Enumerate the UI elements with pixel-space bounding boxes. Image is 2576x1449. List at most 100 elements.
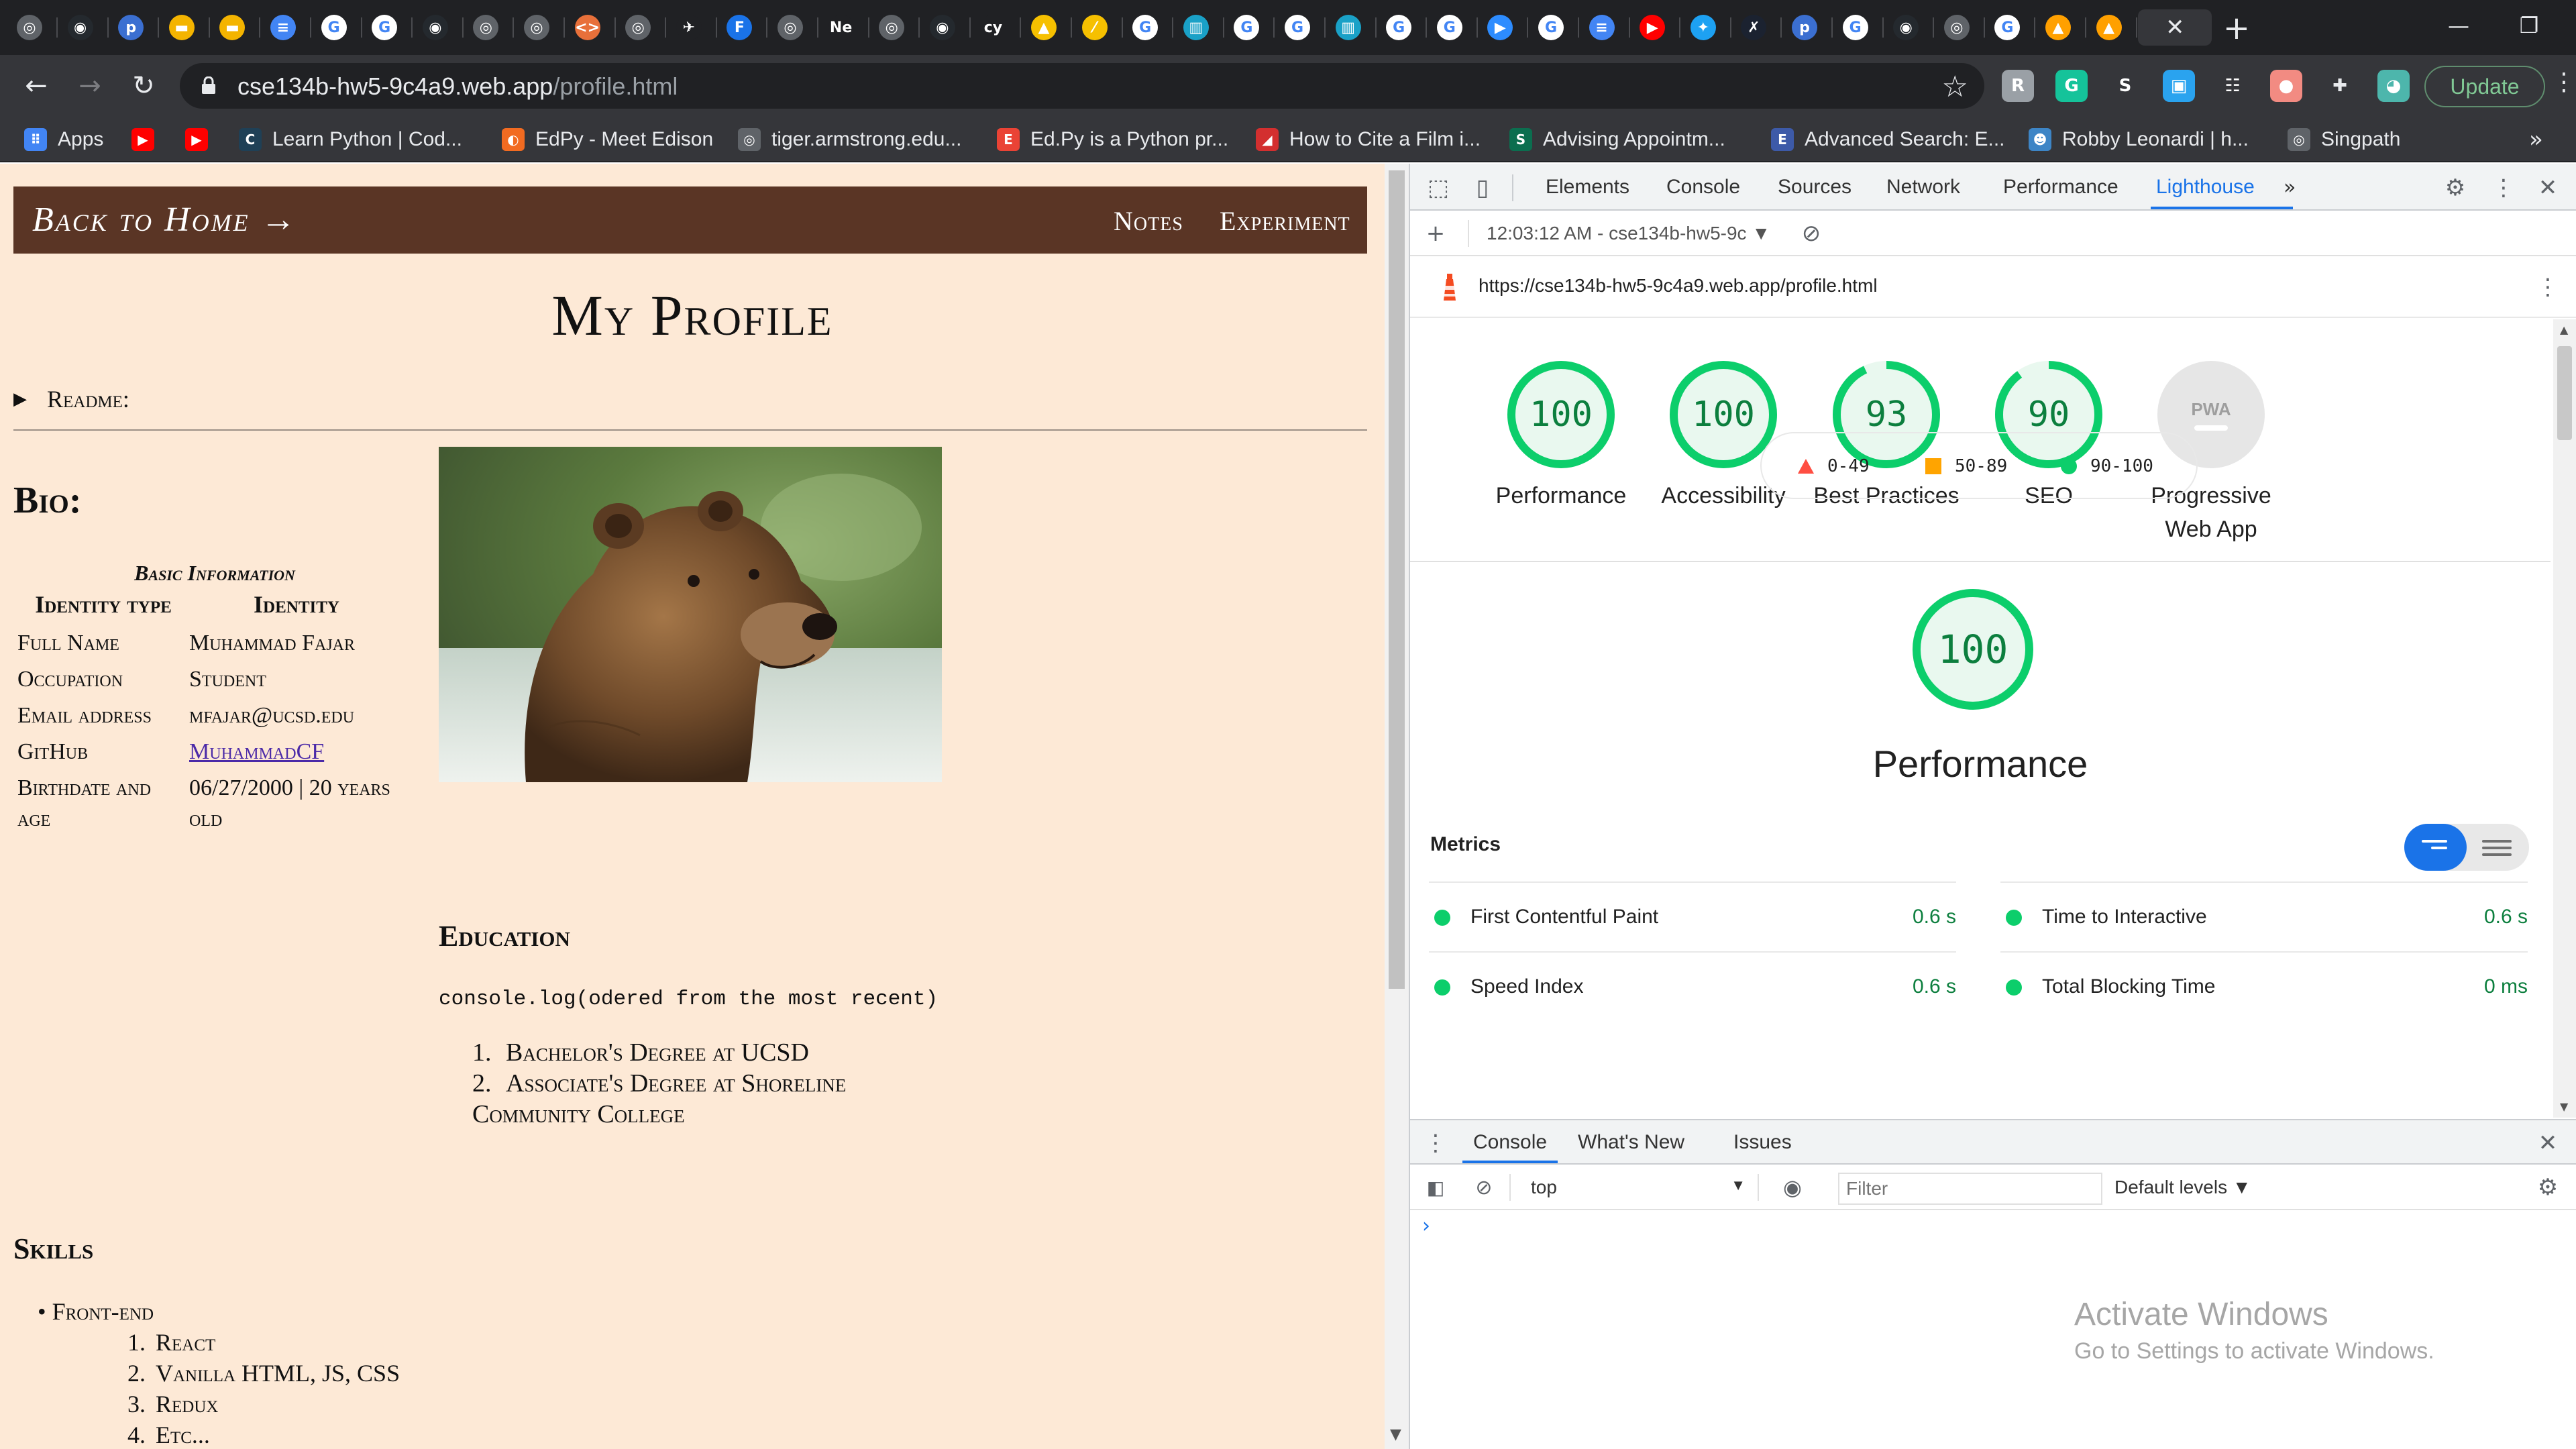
new-tab-button[interactable]: + xyxy=(2216,9,2257,47)
console-prompt[interactable]: › xyxy=(1422,1214,1430,1238)
browser-tab[interactable]: ◎ xyxy=(870,9,913,46)
tab-network[interactable]: Network xyxy=(1886,176,1960,199)
page-scrollbar[interactable]: ▼ xyxy=(1385,164,1409,1449)
browser-tab[interactable]: ◎ xyxy=(1935,9,1978,46)
browser-tab[interactable]: G xyxy=(1124,9,1167,46)
browser-tab[interactable]: ◎ xyxy=(464,9,507,46)
minimize-button[interactable]: — xyxy=(2422,0,2496,51)
tab-elements[interactable]: Elements xyxy=(1546,176,1629,199)
browser-tab[interactable]: ✈ xyxy=(667,9,710,46)
browser-tab[interactable]: ✦ xyxy=(1682,9,1725,46)
puzzle-extensions-icon[interactable]: ✚ xyxy=(2324,70,2356,102)
address-bar[interactable]: cse134b-hw5-9c4a9.web.app/profile.html ☆ xyxy=(180,63,1984,109)
console-filter-input[interactable] xyxy=(1838,1173,2102,1205)
settings-gear-icon[interactable]: ⚙ xyxy=(2442,174,2469,201)
report-selector[interactable]: 12:03:12 AM - cse134b-hw5-9c ▼ xyxy=(1487,223,1770,244)
github-link[interactable]: MuhammadCF xyxy=(189,739,324,764)
scroll-up-arrow-icon[interactable]: ▲ xyxy=(2560,323,2568,336)
report-url[interactable]: https://cse134b-hw5-9c4a9.web.app/profil… xyxy=(1479,275,1878,297)
extension-gray-icon[interactable]: R xyxy=(2002,70,2034,102)
report-menu-icon[interactable]: ⋮ xyxy=(2534,274,2561,301)
live-expression-eye-icon[interactable]: ◉ xyxy=(1779,1174,1806,1201)
browser-tab[interactable]: ✗ xyxy=(1732,9,1775,46)
bookmark-item[interactable]: ◐ EdPy - Meet Edison xyxy=(502,125,713,154)
tab-performance[interactable]: Performance xyxy=(2003,176,2118,199)
browser-tab[interactable]: <> xyxy=(566,9,609,46)
drawer-tab-whats-new[interactable]: What's New xyxy=(1578,1131,1684,1154)
bookmark-star-icon[interactable]: ☆ xyxy=(1942,70,1968,104)
bookmarks-overflow-icon[interactable]: » xyxy=(2529,126,2543,153)
browser-tab[interactable]: Ne xyxy=(820,9,863,46)
bookmark-item[interactable]: S Advising Appointm... xyxy=(1509,125,1725,154)
bookmark-item[interactable]: ▶ xyxy=(131,125,165,154)
context-selector[interactable]: top ▼ xyxy=(1531,1177,1746,1198)
browser-tab[interactable]: ▲ xyxy=(1022,9,1065,46)
close-tab-icon[interactable]: ✕ xyxy=(2165,14,2185,41)
browser-tab[interactable]: ◉ xyxy=(921,9,964,46)
s-extension-icon[interactable]: S xyxy=(2109,70,2141,102)
metrics-view-toggle[interactable] xyxy=(2404,824,2529,871)
browser-tab[interactable]: ≡ xyxy=(262,9,305,46)
profile-avatar-icon[interactable]: ◕ xyxy=(2377,70,2410,102)
browser-tab[interactable]: ▬ xyxy=(160,9,203,46)
back-button[interactable]: ← xyxy=(17,67,55,105)
log-levels-dropdown[interactable]: Default levels ▼ xyxy=(2114,1177,2251,1198)
bulb-extension-icon[interactable]: ● xyxy=(2270,70,2302,102)
bookmark-item[interactable]: E Ed.Py is a Python pr... xyxy=(997,125,1228,154)
scroll-down-arrow-icon[interactable]: ▼ xyxy=(1390,1426,1401,1443)
browser-tab[interactable]: ◎ xyxy=(616,9,659,46)
drawer-menu-icon[interactable]: ⋮ xyxy=(1422,1130,1449,1157)
browser-tab[interactable]: ◉ xyxy=(59,9,102,46)
grid-extension-icon[interactable]: ☷ xyxy=(2216,70,2249,102)
browser-tab[interactable]: G xyxy=(363,9,406,46)
back-to-home-link[interactable]: Back to Home → xyxy=(32,200,298,239)
browser-tab[interactable]: p xyxy=(109,9,152,46)
clear-reports-icon[interactable]: ⊘ xyxy=(1798,220,1825,247)
clear-console-icon[interactable]: ⊘ xyxy=(1470,1174,1497,1201)
browser-tab[interactable]: ⁄ xyxy=(1073,9,1116,46)
window-extension-icon[interactable]: ▣ xyxy=(2163,70,2195,102)
console-settings-gear-icon[interactable]: ⚙ xyxy=(2534,1174,2561,1201)
sidebar-toggle-icon[interactable]: ◧ xyxy=(1422,1174,1449,1201)
browser-tab[interactable]: p xyxy=(1783,9,1826,46)
experiment-link[interactable]: Experiment xyxy=(1220,205,1350,237)
browser-tab[interactable]: ◎ xyxy=(515,9,558,46)
notes-link[interactable]: Notes xyxy=(1114,205,1183,237)
readme-summary[interactable]: ▶ Readme: xyxy=(13,385,129,413)
close-drawer-icon[interactable]: ✕ xyxy=(2534,1130,2561,1157)
bookmark-item[interactable]: ☻ Robby Leonardi | h... xyxy=(2029,125,2249,154)
browser-tab[interactable]: ▬ xyxy=(211,9,254,46)
browser-tab[interactable]: ▥ xyxy=(1327,9,1370,46)
drawer-tab-issues[interactable]: Issues xyxy=(1733,1131,1792,1154)
bookmark-item[interactable]: ◢ How to Cite a Film i... xyxy=(1256,125,1481,154)
browser-tab[interactable]: ▥ xyxy=(1175,9,1218,46)
report-scroll-thumb[interactable] xyxy=(2557,346,2572,440)
bookmark-item[interactable]: ⠿ Apps xyxy=(24,125,103,154)
tab-console[interactable]: Console xyxy=(1666,176,1740,199)
browser-tab[interactable]: ▶ xyxy=(1479,9,1521,46)
bookmark-item[interactable]: ◎ tiger.armstrong.edu... xyxy=(738,125,961,154)
new-report-icon[interactable]: + xyxy=(1422,220,1449,247)
score-gauge[interactable]: 100 Performance xyxy=(1487,360,1635,513)
browser-tab[interactable]: ◎ xyxy=(769,9,812,46)
update-button[interactable]: Update xyxy=(2424,66,2545,107)
devtools-menu-icon[interactable]: ⋮ xyxy=(2490,174,2517,201)
browser-tab[interactable]: ▲ xyxy=(2088,9,2131,46)
browser-tab[interactable]: ▶ xyxy=(1631,9,1674,46)
browser-tab[interactable]: F xyxy=(718,9,761,46)
close-devtools-icon[interactable]: ✕ xyxy=(2534,174,2561,201)
browser-tab[interactable]: ▲ xyxy=(2037,9,2080,46)
grammarly-icon[interactable]: G xyxy=(2055,70,2088,102)
restore-button[interactable]: ❐ xyxy=(2496,0,2563,51)
page-scroll-thumb[interactable] xyxy=(1389,170,1405,989)
browser-tab[interactable]: G xyxy=(313,9,356,46)
drawer-tab-console[interactable]: Console xyxy=(1473,1131,1547,1154)
more-tabs-icon[interactable]: » xyxy=(2284,176,2296,199)
forward-button[interactable]: → xyxy=(71,67,109,105)
browser-tab-active[interactable]: ✕ xyxy=(2138,9,2212,46)
browser-tab[interactable]: ◉ xyxy=(1884,9,1927,46)
browser-tab[interactable]: cy xyxy=(971,9,1014,46)
browser-tab[interactable]: G xyxy=(1377,9,1420,46)
device-toolbar-icon[interactable]: ▯ xyxy=(1469,174,1496,201)
browser-tab[interactable]: ◉ xyxy=(414,9,457,46)
